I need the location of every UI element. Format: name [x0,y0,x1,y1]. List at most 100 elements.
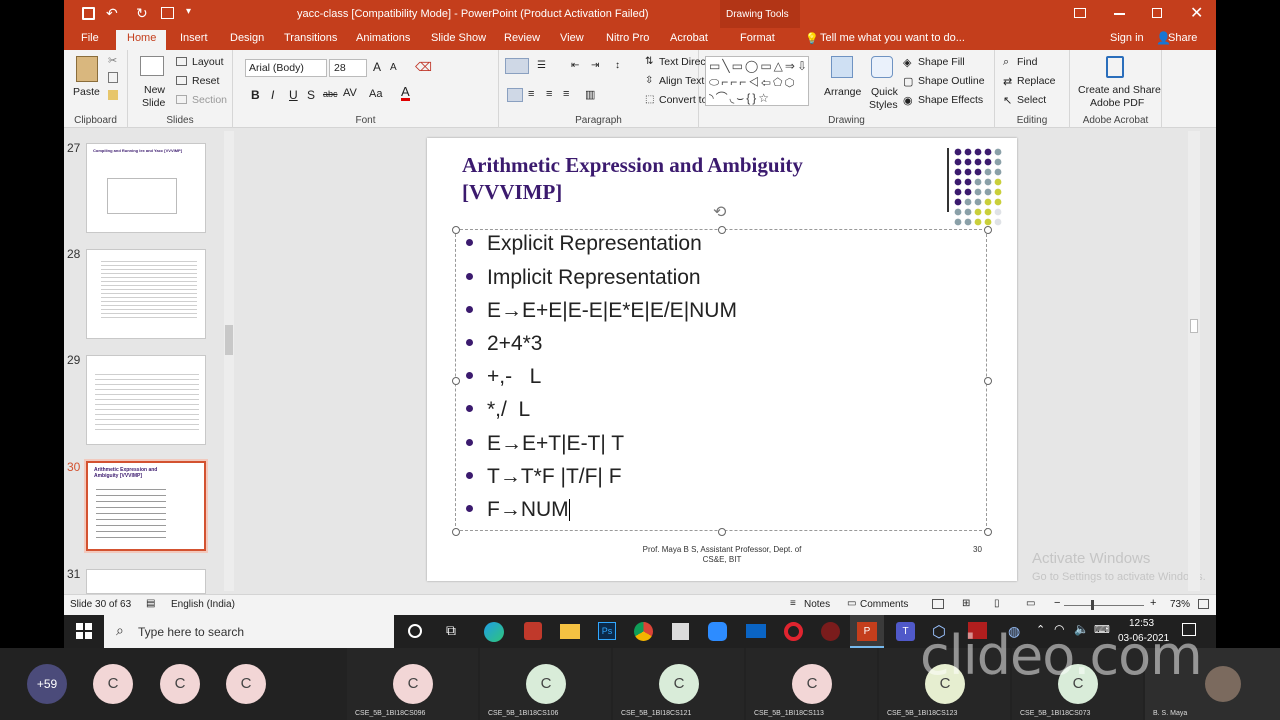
thumbnail-27[interactable]: Compiling and Running lex and Yacc [VVVI… [86,143,206,233]
comments-button[interactable]: Comments [860,599,908,610]
participant-tile[interactable]: C CSE_5B_1BI18CS113 [746,648,877,720]
restore-icon[interactable] [1152,8,1162,18]
undo-icon[interactable]: ↶ [106,5,118,22]
minimize-icon[interactable] [1114,13,1125,15]
shape-outline-button[interactable]: Shape Outline [918,75,985,87]
thumbs-scroll-thumb[interactable] [225,325,233,355]
file-explorer-icon[interactable] [560,624,580,639]
tab-insert[interactable]: Insert [180,32,208,44]
shapes-gallery[interactable]: ▭╲▭◯▭△⇒⇩ ⬭⌐⌐⌐◁⇦⬠⬡ ◝⌒◟⌣{}☆ [705,56,809,106]
resize-handle-ml[interactable] [452,377,460,385]
participant-avatar[interactable]: C [226,664,266,704]
reading-view-icon[interactable]: ▯ [994,598,1000,609]
resize-handle-tl[interactable] [452,226,460,234]
thumbnail-30[interactable]: Arithmetic Expression and Ambiguity [VVV… [86,461,206,551]
tab-review[interactable]: Review [504,32,540,44]
section-button[interactable]: Section [192,94,227,106]
create-share-pdf-button2[interactable]: Adobe PDF [1090,97,1144,109]
zoom-level[interactable]: 73% [1170,599,1190,610]
customize-qat-icon[interactable]: ▾ [186,6,191,17]
bullet-text-box[interactable]: Explicit Representation Implicit Represe… [455,229,987,531]
shrink-font-icon[interactable]: A [390,62,397,73]
tab-format[interactable]: Format [740,32,775,44]
tab-slide-show[interactable]: Slide Show [431,32,486,44]
cortana-icon[interactable] [408,624,422,638]
numbering-icon[interactable]: ☰ [537,60,546,71]
increase-indent-icon[interactable]: ⇥ [591,60,599,71]
layout-button[interactable]: Layout [192,56,224,68]
strikethrough-button[interactable]: abc [323,89,338,99]
paste-icon[interactable] [76,56,98,82]
cut-icon[interactable]: ✂ [108,54,117,67]
shadow-button[interactable]: S [307,88,315,102]
notes-button[interactable]: Notes [804,599,830,610]
italic-button[interactable]: I [271,88,274,102]
resize-handle-br[interactable] [984,528,992,536]
clear-format-icon[interactable]: ⌫ [415,60,432,74]
justify-icon[interactable]: ≡ [563,88,569,100]
resize-handle-tr[interactable] [984,226,992,234]
shape-effects-button[interactable]: Shape Effects [918,94,983,106]
tab-animations[interactable]: Animations [356,32,410,44]
spelling-icon[interactable]: ▤ [146,598,155,609]
align-text-button[interactable]: Align Text [659,75,704,87]
chrome-icon[interactable] [634,622,653,641]
new-slide-label2[interactable]: Slide [142,97,165,109]
windows-start-icon[interactable] [76,623,92,639]
language-indicator[interactable]: English (India) [171,599,235,610]
zoom-slider[interactable] [1064,605,1144,606]
bold-button[interactable]: B [251,88,260,102]
underline-button[interactable]: U [289,88,298,102]
participant-tile[interactable]: C CSE_5B_1BI18CS096 [347,648,478,720]
zoom-out-icon[interactable]: − [1054,597,1060,609]
tab-file[interactable]: File [81,32,99,44]
rotate-handle-icon[interactable]: ⟲ [713,202,726,222]
select-button[interactable]: Select [1017,94,1046,106]
store-icon[interactable] [672,623,689,640]
resize-handle-bl[interactable] [452,528,460,536]
normal-view-icon[interactable] [932,599,944,609]
align-left-icon[interactable] [507,88,523,102]
participant-tile[interactable]: C CSE_5B_1BI18CS121 [613,648,744,720]
align-right-icon[interactable]: ≡ [546,88,552,100]
grow-font-icon[interactable]: A [373,60,381,74]
thumbnail-29[interactable] [86,355,206,445]
tell-me-box[interactable]: Tell me what you want to do... [820,32,965,44]
task-view-icon[interactable]: ⧉ [446,622,456,639]
photoshop-icon[interactable]: Ps [598,622,616,640]
tab-home[interactable]: Home [127,32,156,44]
ribbon-display-icon[interactable] [1074,8,1086,18]
app-dark-icon[interactable] [821,622,840,641]
share-button[interactable]: Share [1168,32,1197,44]
line-spacing-icon[interactable]: ↕ [615,60,620,71]
change-case-button[interactable]: Aa [369,88,382,100]
editor-scrollbar[interactable] [1188,131,1200,591]
columns-icon[interactable]: ▥ [585,88,595,101]
replace-button[interactable]: Replace [1017,75,1056,87]
find-button[interactable]: Find [1017,56,1037,68]
font-color-icon[interactable]: A [401,85,410,101]
teams-icon[interactable]: T [896,622,915,641]
resize-handle-tm[interactable] [718,226,726,234]
thumbs-scrollbar[interactable] [224,131,234,591]
thumbnail-28[interactable] [86,249,206,339]
char-spacing-icon[interactable]: AV [343,87,357,99]
reset-button[interactable]: Reset [192,75,219,87]
tab-acrobat[interactable]: Acrobat [670,32,708,44]
resize-handle-bm[interactable] [718,528,726,536]
shape-fill-button[interactable]: Shape Fill [918,56,965,68]
sign-in-link[interactable]: Sign in [1110,32,1144,44]
current-slide[interactable]: Arithmetic Expression and Ambiguity [VVV… [427,138,1017,581]
editor-scroll-thumb[interactable] [1190,319,1198,333]
arrange-button[interactable]: Arrange [824,86,861,98]
resize-handle-mr[interactable] [984,377,992,385]
bullets-icon[interactable] [505,58,529,74]
decrease-indent-icon[interactable]: ⇤ [571,60,579,71]
participant-tile[interactable]: C CSE_5B_1BI18CS106 [480,648,611,720]
fit-to-window-icon[interactable] [1198,599,1209,609]
slide-title[interactable]: Arithmetic Expression and Ambiguity [VVV… [462,152,862,206]
new-slide-label[interactable]: New [144,84,165,96]
mail-icon[interactable] [746,624,766,638]
paste-button[interactable]: Paste [73,86,100,98]
copy-icon[interactable] [108,72,118,83]
